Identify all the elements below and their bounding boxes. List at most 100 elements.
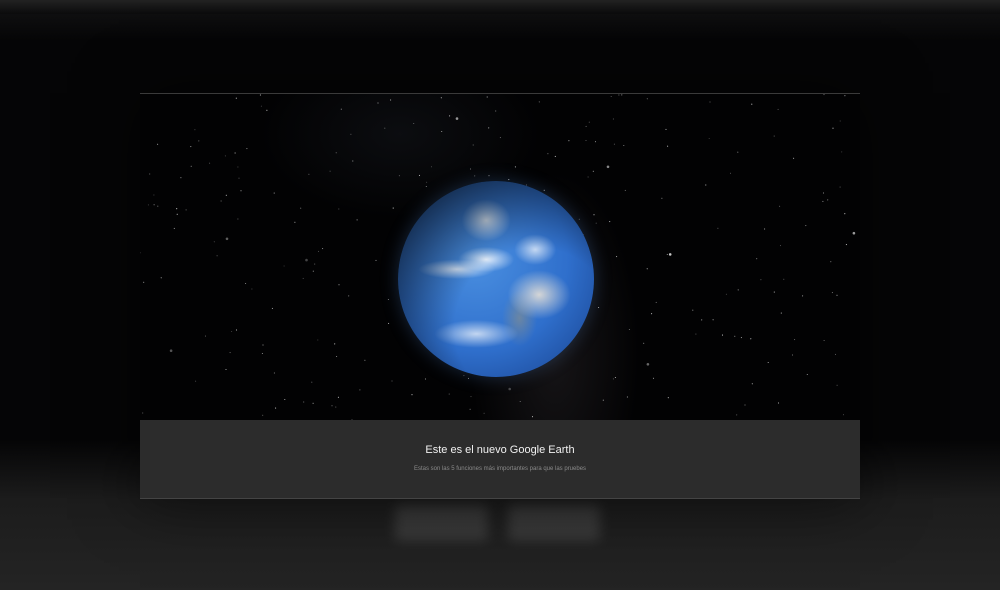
star bbox=[455, 117, 459, 120]
star bbox=[474, 175, 476, 177]
star bbox=[384, 127, 386, 129]
star bbox=[266, 109, 268, 111]
star bbox=[737, 289, 739, 291]
star bbox=[262, 344, 264, 346]
star bbox=[449, 115, 451, 117]
star bbox=[646, 268, 648, 270]
star bbox=[538, 101, 540, 103]
star bbox=[314, 263, 316, 265]
star bbox=[352, 160, 354, 162]
star bbox=[764, 228, 766, 230]
star bbox=[585, 139, 587, 142]
star bbox=[606, 165, 610, 169]
star bbox=[842, 414, 845, 416]
star bbox=[440, 97, 442, 99]
star bbox=[750, 338, 752, 340]
star bbox=[259, 94, 261, 96]
star bbox=[767, 361, 769, 364]
blurred-background-buttons bbox=[395, 505, 600, 541]
star bbox=[805, 225, 807, 227]
star bbox=[610, 95, 612, 98]
blurred-button-left bbox=[395, 505, 488, 541]
star bbox=[831, 292, 833, 294]
star bbox=[411, 394, 413, 396]
star bbox=[176, 208, 178, 210]
star bbox=[169, 349, 173, 352]
star bbox=[246, 148, 248, 150]
star bbox=[729, 172, 732, 174]
star bbox=[495, 110, 497, 112]
star bbox=[143, 281, 145, 283]
star bbox=[224, 155, 226, 157]
star bbox=[612, 378, 614, 380]
star bbox=[470, 396, 472, 398]
star bbox=[823, 339, 825, 342]
star bbox=[190, 146, 192, 148]
star bbox=[588, 121, 590, 123]
star bbox=[592, 170, 594, 172]
star bbox=[413, 122, 415, 125]
star bbox=[609, 221, 611, 223]
star bbox=[469, 408, 471, 410]
star bbox=[845, 244, 847, 246]
star bbox=[695, 333, 697, 335]
star bbox=[472, 144, 474, 146]
star bbox=[340, 108, 342, 110]
star bbox=[794, 339, 796, 341]
star bbox=[483, 412, 485, 414]
star bbox=[322, 248, 324, 250]
star bbox=[652, 377, 655, 379]
star bbox=[331, 405, 333, 407]
star bbox=[701, 319, 703, 321]
star bbox=[273, 192, 275, 194]
star bbox=[623, 144, 625, 147]
star bbox=[213, 241, 215, 243]
star bbox=[618, 94, 620, 96]
star bbox=[578, 218, 580, 220]
star bbox=[426, 181, 428, 183]
star bbox=[153, 194, 155, 196]
star bbox=[231, 330, 233, 333]
star bbox=[317, 339, 319, 341]
star bbox=[822, 192, 825, 194]
star bbox=[568, 140, 570, 142]
star bbox=[448, 393, 450, 395]
star bbox=[375, 259, 377, 261]
star bbox=[225, 368, 227, 371]
star bbox=[668, 253, 672, 256]
star bbox=[655, 301, 657, 303]
star bbox=[793, 157, 795, 159]
star bbox=[543, 189, 545, 191]
star bbox=[832, 127, 834, 129]
star bbox=[554, 155, 556, 157]
star bbox=[547, 153, 549, 155]
star bbox=[651, 313, 653, 315]
star bbox=[646, 363, 650, 366]
star bbox=[780, 312, 782, 314]
star bbox=[519, 400, 521, 403]
star bbox=[300, 207, 302, 209]
star bbox=[294, 221, 296, 223]
star bbox=[531, 416, 534, 418]
star bbox=[142, 412, 144, 414]
star bbox=[350, 133, 352, 135]
star bbox=[338, 208, 340, 210]
star bbox=[705, 184, 707, 186]
star bbox=[260, 105, 262, 107]
star bbox=[364, 359, 366, 361]
star bbox=[841, 151, 843, 153]
star bbox=[418, 174, 421, 176]
star bbox=[335, 152, 337, 154]
star bbox=[198, 140, 200, 142]
dialog-title: Este es el nuevo Google Earth bbox=[425, 444, 575, 456]
star bbox=[425, 185, 427, 188]
star bbox=[348, 295, 350, 297]
star bbox=[204, 335, 207, 337]
star bbox=[388, 322, 390, 324]
star bbox=[463, 375, 465, 377]
star bbox=[317, 250, 320, 252]
star bbox=[839, 120, 841, 122]
star bbox=[802, 295, 804, 297]
star bbox=[734, 335, 736, 337]
star bbox=[667, 397, 669, 399]
